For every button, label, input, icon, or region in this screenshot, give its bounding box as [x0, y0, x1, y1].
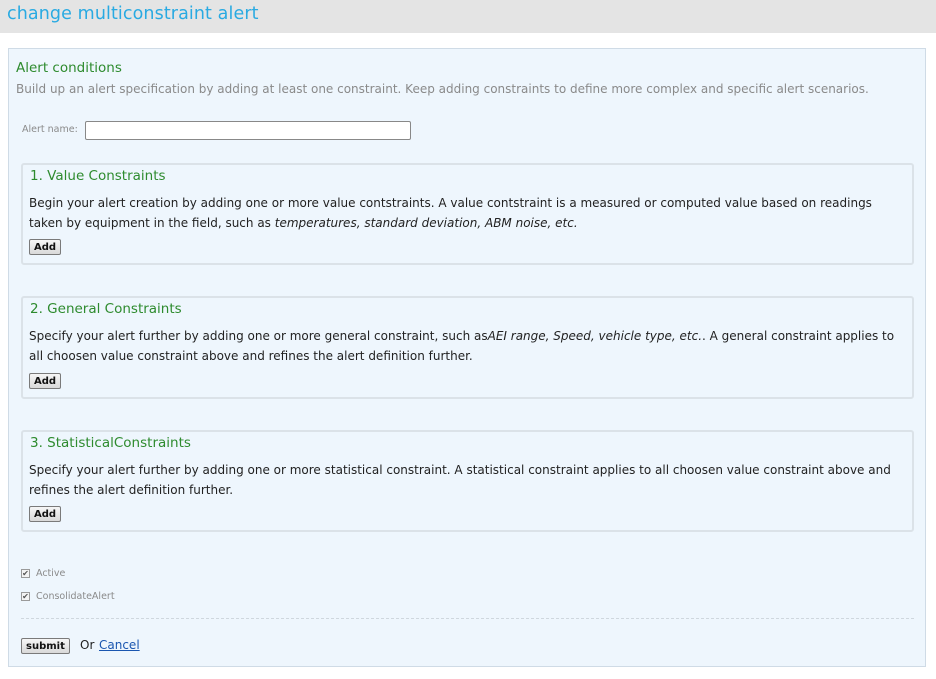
consolidate-alert-option[interactable]: ✔ ConsolidateAlert: [21, 589, 115, 603]
active-label: Active: [36, 567, 66, 579]
form-divider: [21, 618, 914, 619]
active-option[interactable]: ✔ Active: [21, 566, 65, 580]
add-value-constraint-button[interactable]: Add: [29, 239, 62, 255]
general-constraints-box: 2. General Constraints Specify your aler…: [21, 296, 914, 399]
active-checkbox[interactable]: ✔: [21, 568, 30, 578]
value-constraints-text: Begin your alert creation by adding one …: [29, 194, 909, 233]
page-title: change multiconstraint alert: [7, 4, 259, 24]
general-constraints-text-examples: AEI range, Speed, vehicle type, etc.: [487, 329, 703, 343]
cancel-link[interactable]: Cancel: [99, 638, 140, 652]
general-constraints-title: 2. General Constraints: [30, 301, 182, 317]
page-header: change multiconstraint alert: [0, 0, 936, 33]
alert-conditions-description: Build up an alert specification by addin…: [16, 82, 869, 96]
general-constraints-text-main: Specify your alert further by adding one…: [29, 329, 488, 343]
value-constraints-title: 1. Value Constraints: [30, 168, 166, 184]
general-constraints-text: Specify your alert further by adding one…: [29, 327, 909, 366]
alert-name-label: Alert name:: [22, 124, 78, 135]
statistical-constraints-text: Specify your alert further by adding one…: [29, 463, 891, 497]
alert-name-input[interactable]: [85, 121, 411, 140]
submit-button[interactable]: submit: [21, 638, 70, 654]
add-statistical-constraint-button[interactable]: Add: [29, 506, 62, 522]
or-text: Or: [80, 638, 95, 652]
consolidate-alert-checkbox[interactable]: ✔: [21, 591, 30, 601]
statistical-constraints-title: 3. StatisticalConstraints: [30, 435, 191, 451]
add-general-constraint-button[interactable]: Add: [29, 373, 62, 389]
value-constraints-text-examples: temperatures, standard deviation, ABM no…: [274, 215, 578, 230]
statistical-constraints-box: 3. StatisticalConstraints Specify your a…: [21, 430, 914, 532]
value-constraints-box: 1. Value Constraints Begin your alert cr…: [21, 163, 914, 265]
consolidate-alert-label: ConsolidateAlert: [36, 590, 115, 602]
alert-conditions-title: Alert conditions: [16, 60, 122, 76]
